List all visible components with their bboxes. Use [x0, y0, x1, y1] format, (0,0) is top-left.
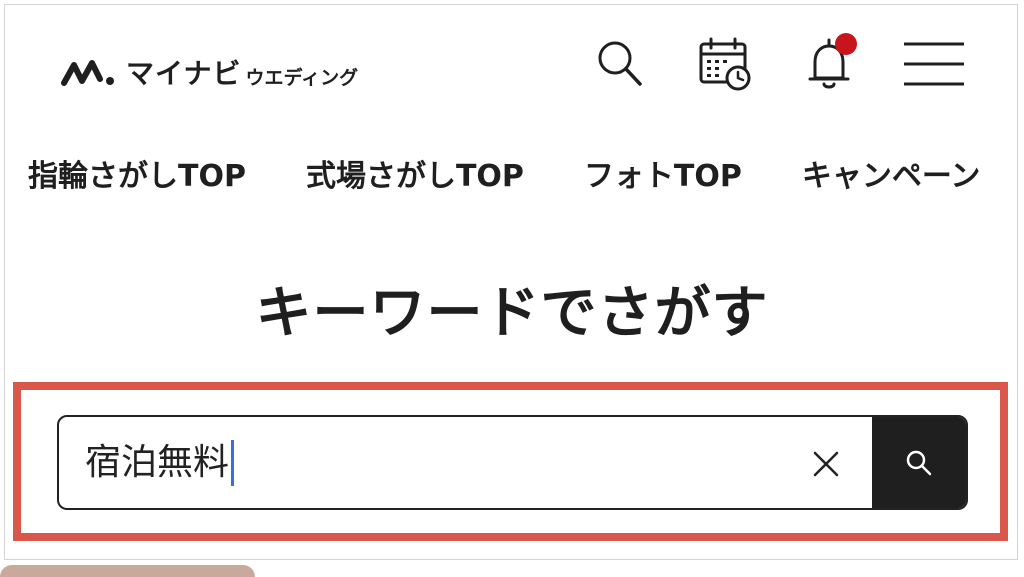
search-icon — [598, 41, 642, 86]
nav-ring-top[interactable]: 指輪さがしTOP — [28, 155, 246, 199]
notification-dot — [835, 33, 857, 55]
nav-photo-top[interactable]: フォトTOP — [584, 155, 742, 199]
header-menu-button[interactable] — [898, 34, 970, 94]
calendar-icon — [699, 37, 751, 91]
keyword-search-box: 宿泊無料 — [57, 415, 968, 510]
next-section-peek — [0, 565, 255, 577]
section-title: キーワードでさがす — [255, 281, 769, 346]
clear-button[interactable] — [801, 439, 851, 489]
logo-subtext: ウエディング — [245, 66, 359, 89]
menu-icon — [904, 42, 964, 86]
text-cursor — [231, 440, 235, 486]
nav-campaign[interactable]: キャンペーン — [802, 155, 981, 199]
category-nav: 指輪さがしTOP 式場さがしTOP フォトTOP キャンペーン — [28, 155, 1024, 199]
search-submit-button[interactable] — [872, 417, 966, 508]
header-search-button[interactable] — [588, 34, 652, 94]
logo-mark-icon — [61, 60, 114, 86]
logo[interactable]: マイナビ ウエディング — [60, 54, 358, 90]
nav-venue-top[interactable]: 式場さがしTOP — [306, 155, 524, 199]
header-calendar-button[interactable] — [692, 34, 756, 94]
keyword-input-value: 宿泊無料 — [85, 442, 230, 483]
search-icon — [906, 450, 932, 475]
close-icon — [813, 451, 839, 477]
logo-text: マイナビ — [126, 57, 242, 90]
keyword-input[interactable]: 宿泊無料 — [85, 437, 785, 489]
